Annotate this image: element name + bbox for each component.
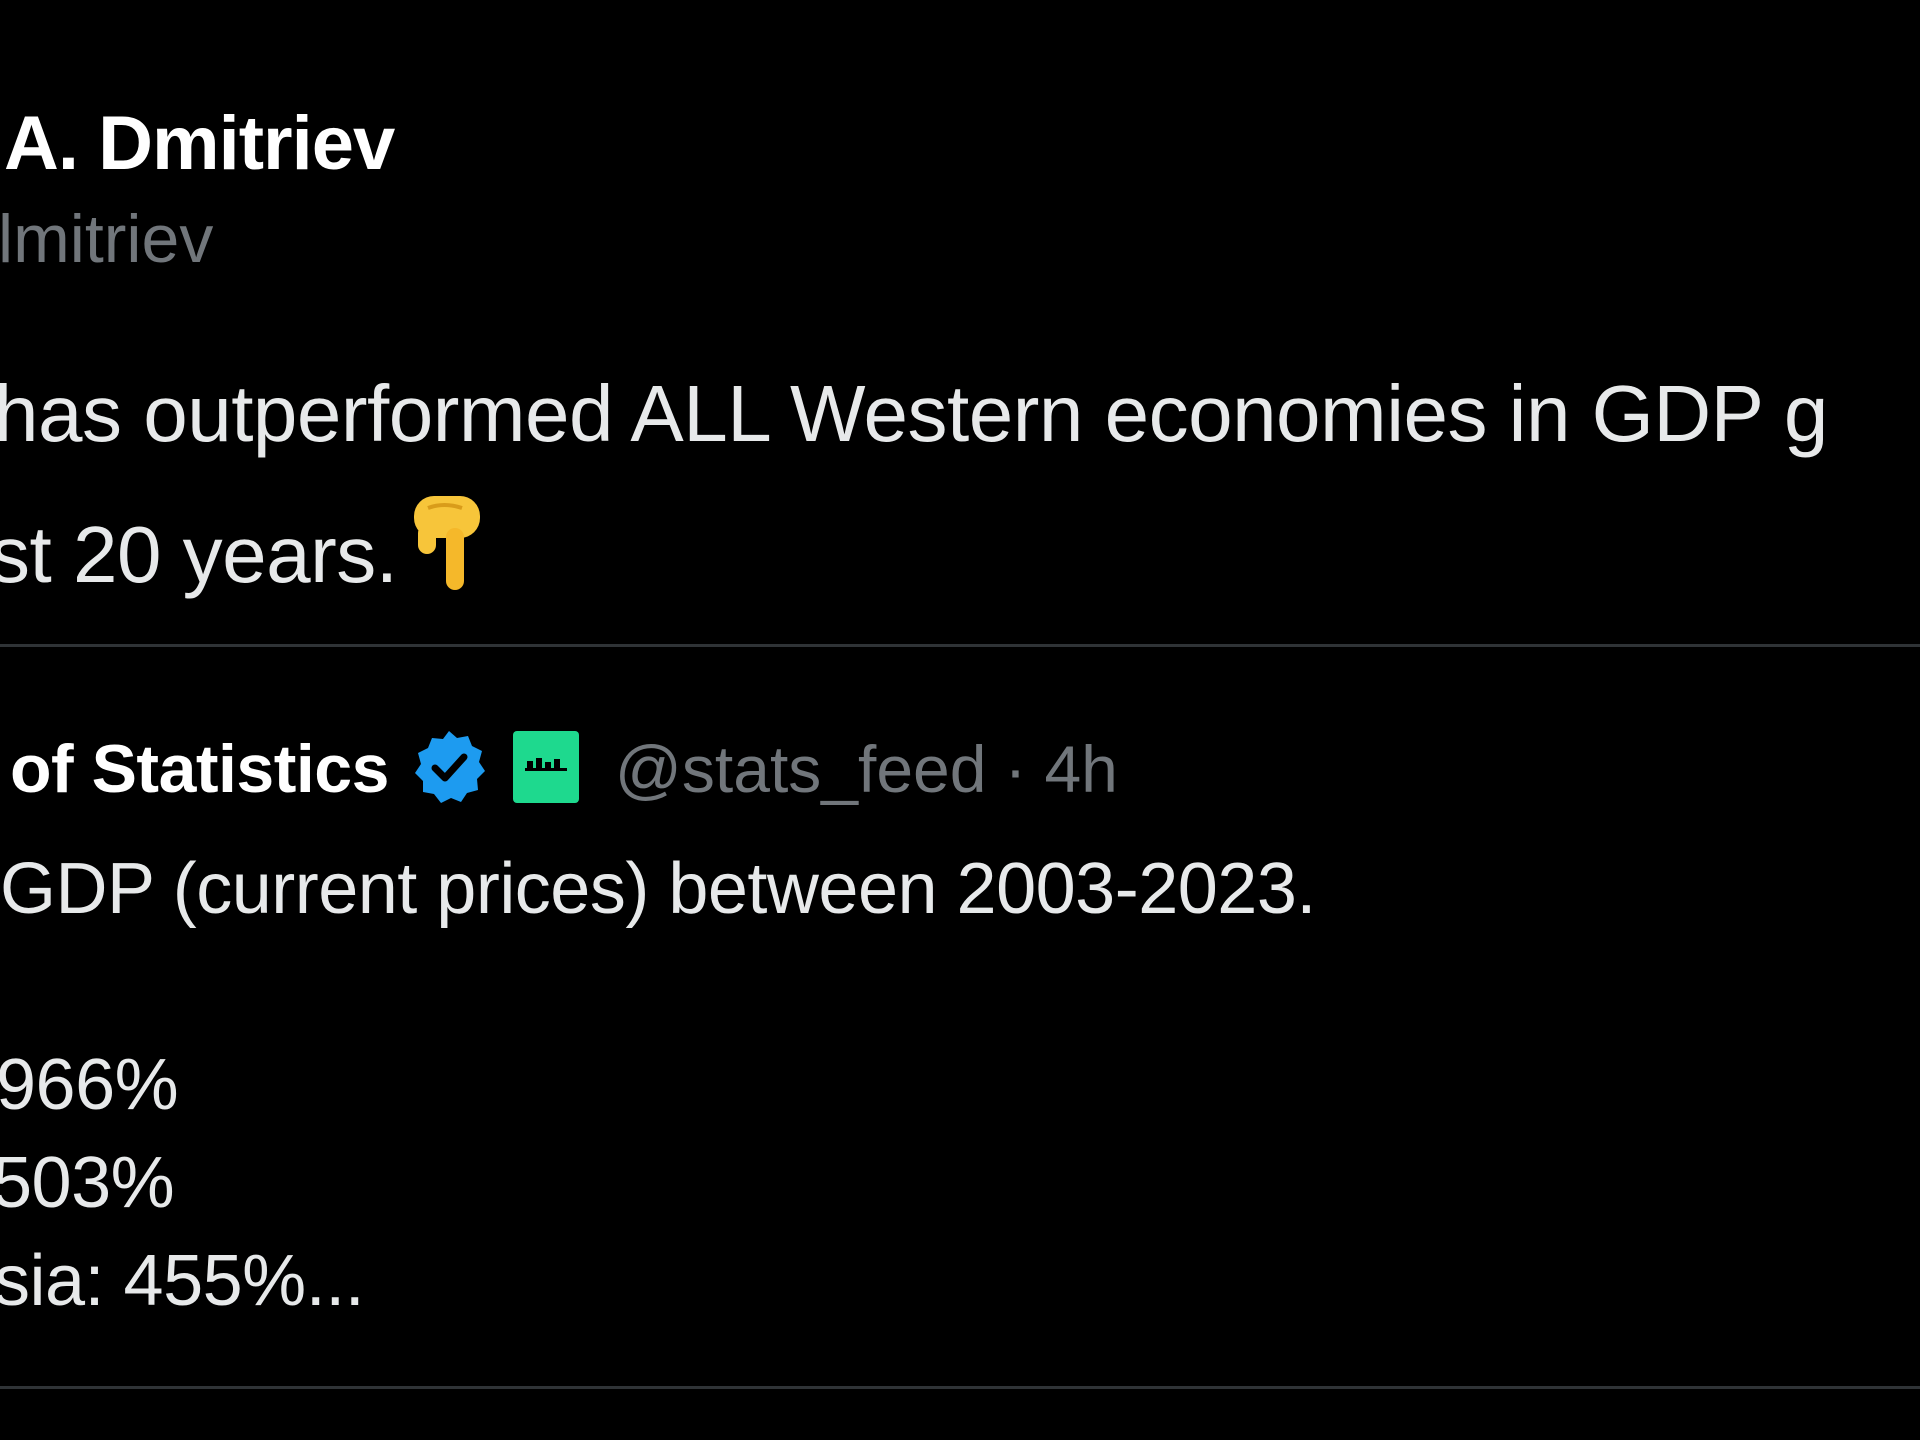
post-text-line-1: has outperformed ALL Western economies i… [0,369,1828,458]
author-handle[interactable]: lmitriev [0,200,213,278]
post-text-line-2: st 20 years. [0,488,486,611]
affiliate-badge-icon [512,730,579,808]
quoted-text-line: sia: 455%... [0,1241,365,1321]
quoted-post-header[interactable]: of Statistics @stats_feed · 4h [10,724,1118,814]
quoted-author-handle[interactable]: @stats_feed [615,731,987,807]
quoted-post-divider [0,1386,1920,1389]
quoted-text-line: 966% [0,1045,179,1125]
post-text-line-2-text: st 20 years. [0,510,398,599]
verified-badge-icon [411,729,487,810]
author-display-name[interactable]: A. Dmitriev [4,100,395,187]
meta-separator: · [1004,732,1027,806]
post-divider [0,644,1920,647]
backhand-index-pointing-down-icon [404,488,486,611]
quoted-author-name[interactable]: of Statistics [10,730,389,808]
quoted-text-line: 503% [0,1143,175,1223]
post-timestamp[interactable]: 4h [1044,731,1117,807]
quoted-text-line: GDP (current prices) between 2003-2023. [0,849,1316,929]
